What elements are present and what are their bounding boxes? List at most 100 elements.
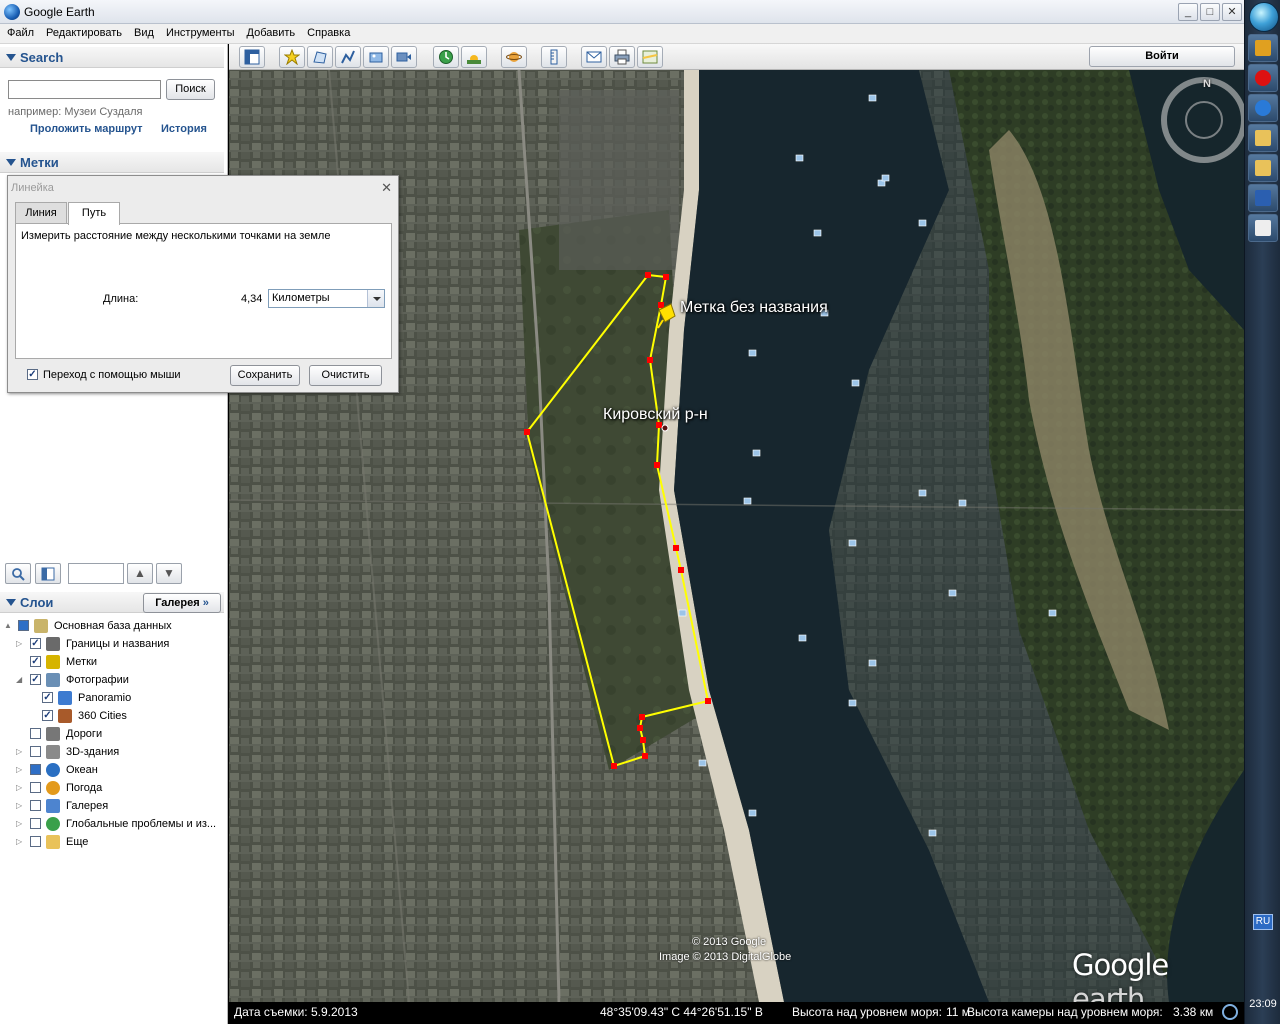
layer-checkbox[interactable] <box>30 818 41 829</box>
layer-row[interactable]: Дороги <box>0 725 224 743</box>
menu-tools[interactable]: Инструменты <box>162 24 243 43</box>
sidebar-toggle-button[interactable] <box>239 46 265 68</box>
menu-add[interactable]: Добавить <box>243 24 304 43</box>
taskbar-app-folder-1[interactable] <box>1248 124 1278 152</box>
places-section-header[interactable]: Метки <box>0 151 224 173</box>
expander-icon[interactable]: ▷ <box>16 819 22 828</box>
layer-checkbox[interactable] <box>18 620 29 631</box>
photo-marker-icon[interactable] <box>748 349 757 357</box>
search-tool-button[interactable] <box>5 563 31 584</box>
path-vertex[interactable] <box>640 737 646 743</box>
path-vertex[interactable] <box>673 545 679 551</box>
layer-checkbox[interactable]: ✓ <box>42 692 53 703</box>
history-link[interactable]: История <box>161 123 207 135</box>
planets-button[interactable] <box>501 46 527 68</box>
move-down-button[interactable]: ▼ <box>156 563 182 584</box>
placemark-label[interactable]: Метка без названия <box>680 299 828 317</box>
layer-filter-field[interactable] <box>68 563 124 584</box>
district-marker-icon[interactable] <box>661 424 669 432</box>
layer-row[interactable]: ▷ Глобальные проблемы и из... <box>0 815 224 833</box>
layer-row[interactable]: ▷ Еще <box>0 833 224 851</box>
menu-edit[interactable]: Редактировать <box>42 24 130 43</box>
chevron-down-icon[interactable] <box>367 290 384 307</box>
photo-marker-icon[interactable] <box>748 809 757 817</box>
photo-marker-icon[interactable] <box>918 219 927 227</box>
search-input[interactable] <box>8 80 161 99</box>
photo-marker-icon[interactable] <box>698 759 707 767</box>
layer-row[interactable]: ✓ Метки <box>0 653 224 671</box>
add-overlay-button[interactable] <box>363 46 389 68</box>
add-polygon-button[interactable] <box>307 46 333 68</box>
language-indicator[interactable]: RU <box>1253 914 1273 930</box>
path-vertex[interactable] <box>647 357 653 363</box>
photo-marker-icon[interactable] <box>868 94 877 102</box>
search-button[interactable]: Поиск <box>166 79 215 100</box>
photo-marker-icon[interactable] <box>851 379 860 387</box>
layer-row[interactable]: ▷ Погода <box>0 779 224 797</box>
photo-marker-icon[interactable] <box>948 589 957 597</box>
email-button[interactable] <box>581 46 607 68</box>
path-vertex[interactable] <box>658 302 664 308</box>
historical-imagery-button[interactable] <box>433 46 459 68</box>
layer-checkbox[interactable] <box>30 800 41 811</box>
path-vertex[interactable] <box>645 272 651 278</box>
print-button[interactable] <box>609 46 635 68</box>
taskbar-clock[interactable]: 23:09 <box>1245 998 1280 1010</box>
photo-marker-icon[interactable] <box>848 699 857 707</box>
photo-marker-icon[interactable] <box>868 659 877 667</box>
layer-checkbox[interactable] <box>30 728 41 739</box>
path-vertex[interactable] <box>654 462 660 468</box>
photo-marker-icon[interactable] <box>795 154 804 162</box>
photo-marker-icon[interactable] <box>1048 609 1057 617</box>
tab-path[interactable]: Путь <box>68 202 120 225</box>
layer-row[interactable]: ▷ Океан <box>0 761 224 779</box>
add-path-button[interactable] <box>335 46 361 68</box>
layer-checkbox[interactable]: ✓ <box>30 674 41 685</box>
route-link[interactable]: Проложить маршрут <box>30 123 142 135</box>
ruler-button[interactable] <box>541 46 567 68</box>
photo-marker-icon[interactable] <box>958 499 967 507</box>
login-button[interactable]: Войти <box>1089 46 1235 67</box>
expander-icon[interactable]: ▷ <box>16 765 22 774</box>
path-vertex[interactable] <box>639 714 645 720</box>
expander-icon[interactable]: ▷ <box>16 801 22 810</box>
layer-row[interactable]: ✓ 360 Cities <box>0 707 224 725</box>
taskbar-app-opera[interactable] <box>1248 64 1278 92</box>
path-vertex[interactable] <box>705 698 711 704</box>
clear-button[interactable]: Очистить <box>309 365 382 386</box>
path-vertex[interactable] <box>637 725 643 731</box>
path-vertex[interactable] <box>642 753 648 759</box>
expander-icon[interactable]: ▷ <box>16 837 22 846</box>
expander-icon[interactable]: ▷ <box>16 747 22 756</box>
start-button-icon[interactable] <box>1249 2 1279 32</box>
path-vertex[interactable] <box>524 429 530 435</box>
expander-icon[interactable]: ◢ <box>16 675 22 684</box>
photo-marker-icon[interactable] <box>813 229 822 237</box>
taskbar-app-earth[interactable] <box>1248 94 1278 122</box>
layer-checkbox[interactable] <box>30 782 41 793</box>
layer-row[interactable]: ▲ Основная база данных <box>0 617 224 635</box>
record-tour-button[interactable] <box>391 46 417 68</box>
add-placemark-button[interactable] <box>279 46 305 68</box>
photo-marker-icon[interactable] <box>752 449 761 457</box>
mouse-nav-checkbox[interactable]: ✓ <box>27 369 38 380</box>
layer-checkbox[interactable] <box>30 836 41 847</box>
photo-marker-icon[interactable] <box>848 539 857 547</box>
layer-row[interactable]: ▷ 3D-здания <box>0 743 224 761</box>
photo-marker-icon[interactable] <box>918 489 927 497</box>
taskbar-app-other[interactable] <box>1248 214 1278 242</box>
layer-row[interactable]: ▷ ✓ Границы и названия <box>0 635 224 653</box>
expander-icon[interactable]: ▷ <box>16 783 22 792</box>
taskbar-app-folder-2[interactable] <box>1248 154 1278 182</box>
view-in-maps-button[interactable] <box>637 46 663 68</box>
unit-select[interactable]: Километры <box>268 289 385 308</box>
path-vertex[interactable] <box>611 763 617 769</box>
layer-row[interactable]: ▷ Галерея <box>0 797 224 815</box>
photo-marker-icon[interactable] <box>798 634 807 642</box>
tab-line[interactable]: Линия <box>15 202 67 224</box>
photo-marker-icon[interactable] <box>881 174 890 182</box>
search-section-header[interactable]: Search <box>0 46 224 68</box>
panel-toggle-button[interactable] <box>35 563 61 584</box>
move-up-button[interactable]: ▲ <box>127 563 153 584</box>
menu-file[interactable]: Файл <box>3 24 42 43</box>
